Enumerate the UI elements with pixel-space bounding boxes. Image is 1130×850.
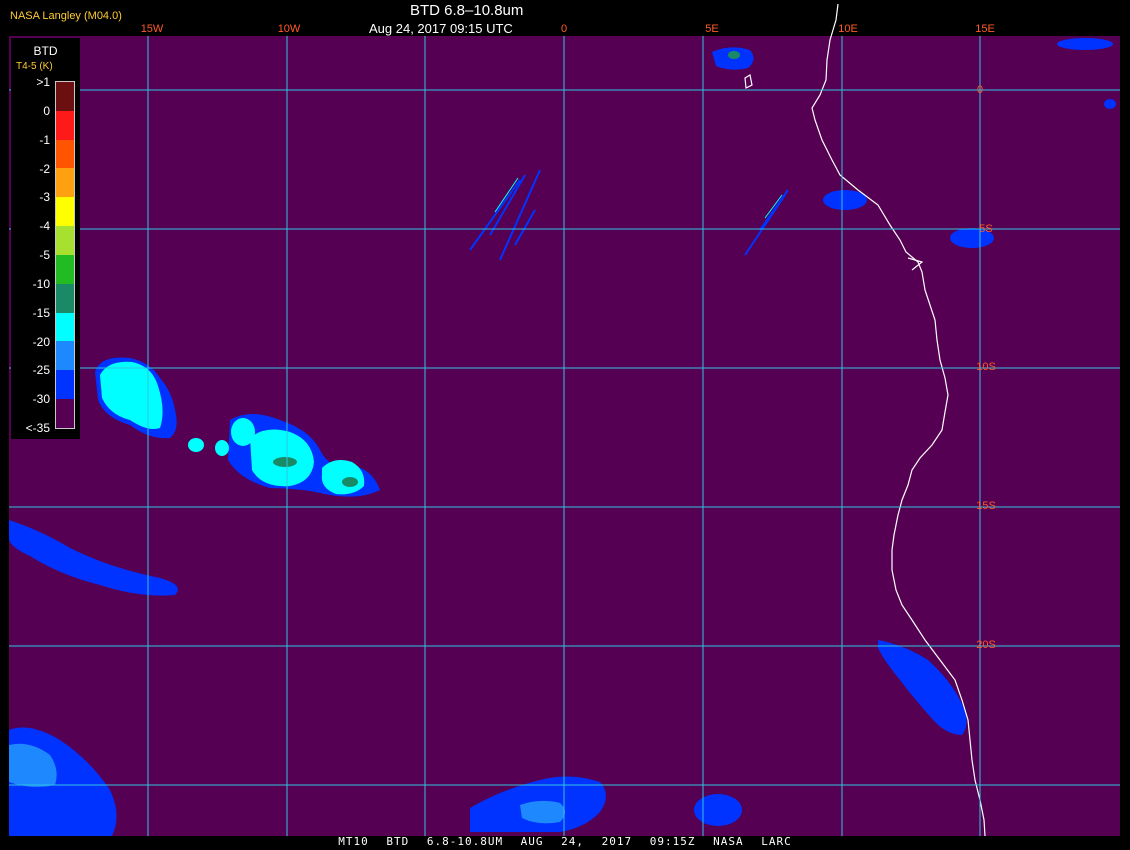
cloud-cell-south-east [694,794,742,826]
colorbar-bin [56,283,74,313]
observation-time: Aug 24, 2017 09:15 UTC [369,21,513,36]
legend-tick-label: -25 [32,363,50,378]
lat-label-0: 0 [976,84,984,96]
legend-tick-label: -3 [39,190,50,205]
legend-colorbar [55,81,75,429]
colorbar-bin [56,312,74,342]
legend-tick-label: -10 [32,276,50,291]
colorbar-bin [56,370,74,400]
legend-tick-label: >1 [36,75,50,89]
cloud-patch-coast-north [823,190,867,210]
cloud-cell-small-2 [188,438,204,452]
product-title: BTD 6.8–10.8um [410,2,524,19]
colorbar-bin [56,82,74,111]
colorbar-bin [56,226,74,255]
colorbar-bin [56,139,74,169]
lon-label-10w: 10W [277,23,301,35]
colorbar-bin [56,254,74,284]
lat-label-20s: 20S [976,639,996,651]
cloud-patch-far-north-east [1057,38,1113,50]
cloud-cell-small-1 [231,418,255,446]
cloud-green-core-2 [342,477,358,487]
cloud-patch-far-east [1104,99,1116,109]
lon-label-15e: 15E [975,23,995,35]
legend-subtitle: T4-5 (K) [16,61,53,72]
colorbar-legend: BTD T4-5 (K) >1 0 -1 -2 -3 -4 -5 -10 -15 -20 -25 -3… [11,38,80,439]
legend-tick-label: -4 [39,219,50,234]
legend-tick-label: <-35 [25,421,50,435]
legend-tick-label: -20 [32,334,50,349]
colorbar-bin [56,399,74,428]
legend-tick-label: -1 [39,132,50,147]
legend-tick-label: -15 [32,305,50,320]
provider-label: NASA Langley (M04.0) [10,10,122,22]
cloud-green-core-1 [273,457,297,467]
colorbar-bin [56,110,74,140]
lat-label-10s: 10S [976,361,996,373]
legend-title: BTD [33,44,58,58]
colorbar-bin [56,197,74,227]
legend-tick-label: -2 [39,161,50,176]
image-footer: MT10 BTD 6.8-10.8UM AUG 24, 2017 09:15Z … [338,835,792,848]
cloud-cell-small-3 [215,440,229,456]
lon-label-0: 0 [560,23,568,35]
legend-tick-label: -5 [39,248,50,262]
cloud-core-south-center [520,800,565,824]
legend-tick-label: -30 [32,392,50,407]
lon-label-10e: 10E [838,23,858,35]
lon-label-5e: 5E [705,23,719,35]
lat-label-5s: 5S [979,223,993,235]
legend-tick-label: 0 [43,103,50,118]
colorbar-bin [56,341,74,371]
lon-label-15w: 15W [140,23,164,35]
cloud-green-north [728,51,740,59]
lat-label-15s: 15S [976,500,996,512]
colorbar-bin [56,168,74,198]
satellite-map [9,3,1120,842]
